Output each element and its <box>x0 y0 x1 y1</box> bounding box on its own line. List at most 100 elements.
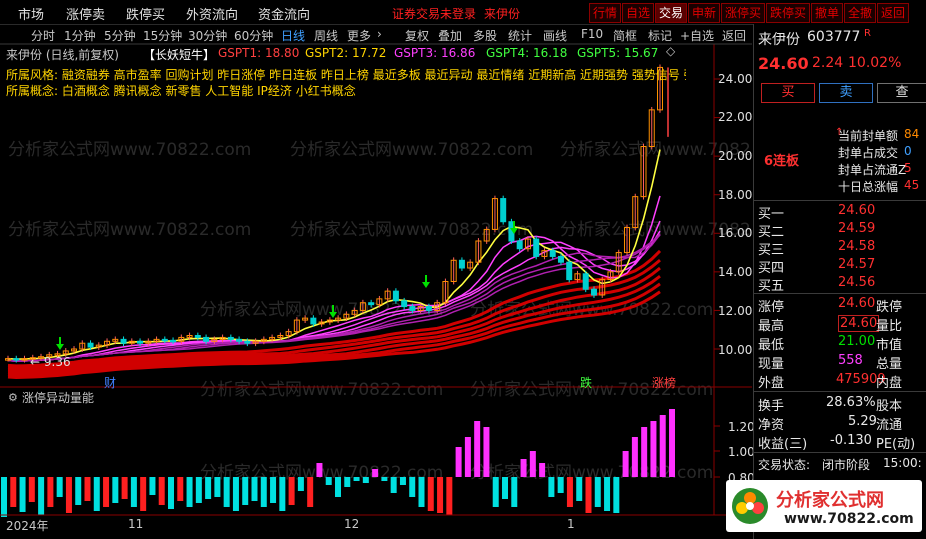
bid-label: 买二 <box>758 225 785 240</box>
volume-bar <box>650 421 657 477</box>
volume-bar <box>335 477 341 497</box>
volume-bar <box>427 477 434 511</box>
seal-label: 封单占成交 <box>838 146 899 160</box>
btn-ipo[interactable]: 申新 <box>688 3 721 23</box>
sub-chart-title: 涨停异动量能 <box>22 391 95 405</box>
menu-limit-down-buy[interactable]: 跌停买 <box>126 4 165 23</box>
concept-tags: 所属概念: 白酒概念 腾讯概念 新零售 人工智能 IP经济 小红书概念 <box>6 84 356 98</box>
stat-label: 涨停 <box>758 300 785 315</box>
divider <box>754 452 926 453</box>
circle-icon[interactable]: ◇ <box>666 44 675 58</box>
stat-label: 内盘 <box>876 376 903 391</box>
volume-bar <box>409 477 416 497</box>
moving-average-lines <box>7 149 662 379</box>
btn-watchlist[interactable]: 自选 <box>622 3 655 23</box>
candle-body <box>236 338 243 342</box>
btn-trade[interactable]: 交易 <box>655 3 688 23</box>
volume-bar <box>669 409 675 477</box>
gspt5: GSPT5: 15.67 <box>577 46 659 60</box>
y-tick: 12.00 <box>718 304 753 318</box>
volume-bar <box>56 477 63 497</box>
x-label: 2024年 <box>6 519 49 533</box>
volume-bar <box>594 477 601 507</box>
volume-bar <box>622 451 629 477</box>
volume-bar <box>576 477 583 501</box>
candle-body <box>557 255 564 263</box>
gspt1: GSPT1: 18.80 <box>218 46 300 60</box>
seal-value: 84 <box>904 127 920 141</box>
bid-price: 24.58 <box>838 239 876 254</box>
volume-bar <box>75 477 82 505</box>
seal-value: 5 <box>904 161 912 175</box>
candle-body <box>194 335 201 338</box>
candle-body <box>137 340 144 344</box>
watermark-text: 分析家公式网www.70822.com <box>8 140 251 160</box>
down-arrow-icon <box>56 344 64 350</box>
query-button[interactable]: 查 <box>877 83 926 103</box>
stat-value: 24.60 <box>838 315 880 332</box>
menu-foreign-flow[interactable]: 外资流向 <box>186 4 238 23</box>
volume-bar <box>455 447 462 477</box>
volume-bar <box>659 415 666 477</box>
stat-value: 21.00 <box>838 334 876 349</box>
btn-quote[interactable]: 行情 <box>589 3 622 23</box>
candle-body <box>170 339 177 343</box>
tool-f10[interactable]: F10 <box>581 27 603 41</box>
stat-label: 净资 <box>758 418 785 433</box>
candle-body <box>13 358 20 361</box>
menu-limit-up-sell[interactable]: 涨停卖 <box>66 4 105 23</box>
stat-label: 最高 <box>758 319 785 334</box>
kline-chart[interactable]: 分析家公式网www.70822.com 分析家公式网www.70822.com 分析… <box>0 40 752 539</box>
volume-bar <box>260 477 267 507</box>
volume-bar <box>121 477 128 499</box>
volume-bar <box>474 421 481 477</box>
candle-body <box>566 261 573 281</box>
sub-panel-icon[interactable]: ⚙ <box>8 391 18 404</box>
volume-bar <box>539 463 546 477</box>
volume-bar <box>604 477 611 511</box>
sell-button[interactable]: 卖 <box>819 83 873 103</box>
gspt3: GSPT3: 16.86 <box>394 46 476 60</box>
candle-body <box>203 336 210 342</box>
menu-fund-flow[interactable]: 资金流向 <box>258 4 310 23</box>
stat-label: 收益(三) <box>758 437 808 452</box>
candle-body <box>590 288 597 296</box>
btn-cancel-all[interactable]: 全撤 <box>844 3 877 23</box>
volume-bar <box>307 477 314 507</box>
volume-bar <box>65 477 72 513</box>
stat-label: 外盘 <box>758 376 785 391</box>
stat-value: 5.29 <box>848 414 877 429</box>
x-label: 12 <box>344 517 360 531</box>
seal-value: 45 <box>904 178 920 192</box>
bid-label: 买一 <box>758 207 785 222</box>
volume-bar <box>47 477 54 507</box>
y-tick: 20.00 <box>718 149 753 163</box>
stat-label: 跌停 <box>876 300 903 315</box>
x-label: 1 <box>567 517 575 531</box>
volume-bar <box>288 477 295 505</box>
btn-limit-up-buy[interactable]: 涨停买 <box>721 3 766 23</box>
buy-button[interactable]: 买 <box>761 83 815 103</box>
stat-value: 24.60 <box>838 296 876 311</box>
volume-bar <box>279 477 286 511</box>
candle-body <box>244 340 251 344</box>
margin-flag: R <box>864 28 871 39</box>
marker-rank: 涨榜 <box>652 376 677 390</box>
candle-body <box>533 238 540 257</box>
candle-body <box>310 317 317 325</box>
volume-bar <box>362 477 369 483</box>
btn-limit-down-buy[interactable]: 跌停买 <box>766 3 811 23</box>
btn-cancel-order[interactable]: 撤单 <box>811 3 844 23</box>
marker-down: 跌 <box>580 376 593 390</box>
volume-bar <box>446 477 453 515</box>
bid-label: 买三 <box>758 243 785 258</box>
btn-return[interactable]: 返回 <box>877 3 910 23</box>
volume-bar <box>158 477 165 505</box>
volume-bar <box>492 477 499 507</box>
stat-label: 现量 <box>758 357 785 372</box>
menu-market[interactable]: 市场 <box>18 4 44 23</box>
candle-body <box>549 250 556 257</box>
stat-label: 总量 <box>876 357 903 372</box>
chevron-right-icon[interactable]: › <box>377 27 382 41</box>
volume-bar <box>112 477 119 503</box>
